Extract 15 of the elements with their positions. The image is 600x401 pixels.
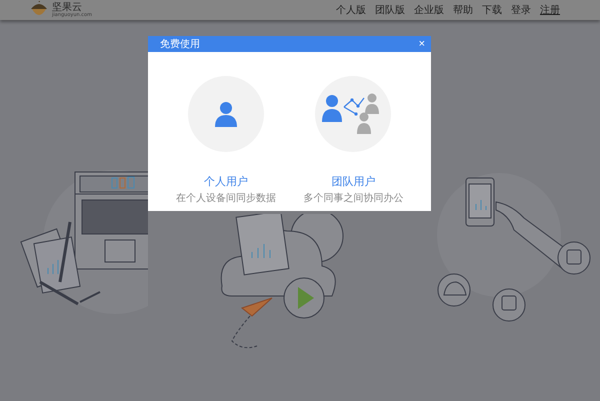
- close-button[interactable]: ×: [416, 38, 427, 50]
- nav-link[interactable]: 个人版: [336, 3, 366, 17]
- dialog-title: 免费使用: [160, 38, 200, 51]
- option-title[interactable]: 团队用户: [331, 174, 376, 189]
- person-icon: [214, 101, 237, 127]
- logo-name: 坚果云: [52, 2, 82, 12]
- nav-link[interactable]: 下载: [482, 3, 502, 17]
- nav-link[interactable]: 登录: [511, 3, 531, 17]
- option-subtitle: 在个人设备间同步数据: [176, 192, 276, 205]
- nav-link[interactable]: 企业版: [414, 3, 444, 17]
- nav-link[interactable]: 帮助: [453, 3, 473, 17]
- nav-link[interactable]: 团队版: [375, 3, 405, 17]
- option-title[interactable]: 个人用户: [204, 174, 248, 189]
- option-subtitle: 多个同事之间协同办公: [303, 192, 404, 205]
- nav-link[interactable]: 注册: [540, 3, 560, 17]
